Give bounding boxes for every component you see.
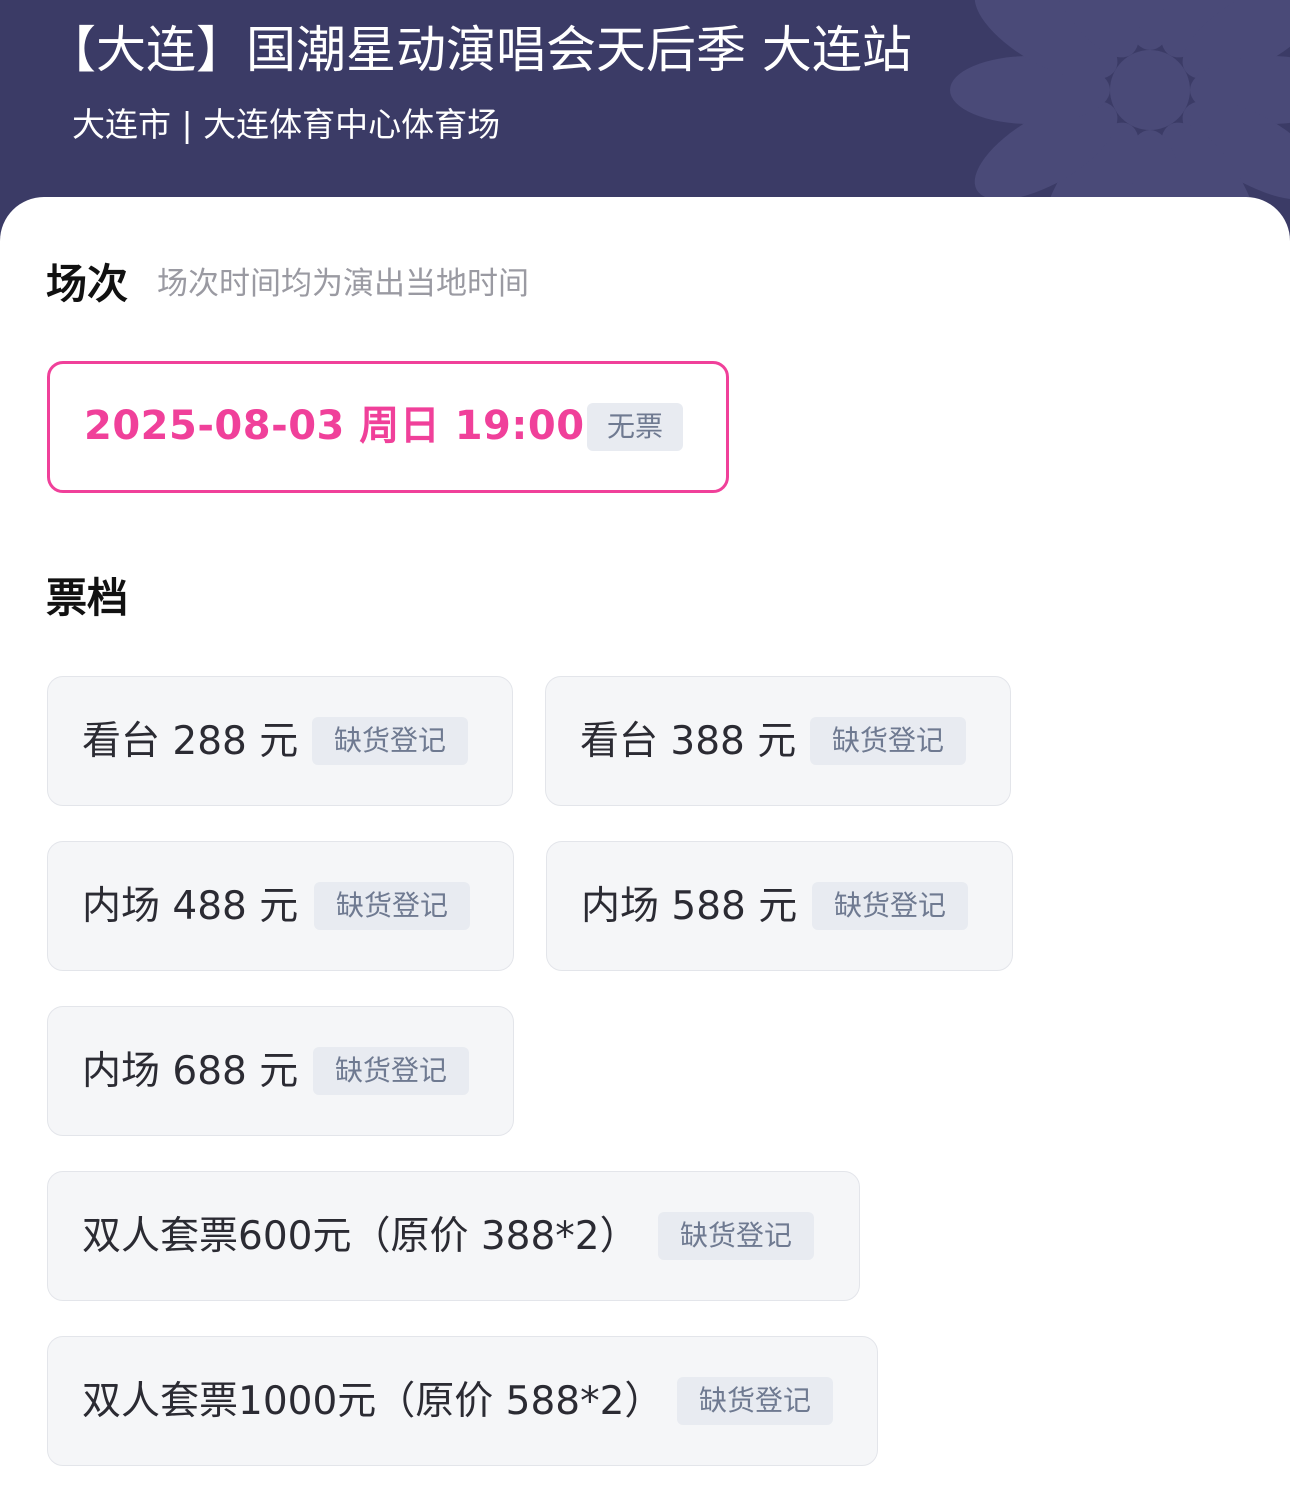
sold-out-badge: 无票 [587, 403, 683, 451]
ticket-label: 双人套票1000元（原价 588*2） [82, 1379, 664, 1424]
ticket-option-stand-288[interactable]: 看台 288 元 缺货登记 [47, 676, 513, 806]
ticket-label: 双人套票600元（原价 388*2） [82, 1214, 639, 1259]
ticket-label: 看台 288 元 [82, 719, 299, 764]
session-time-note: 场次时间均为演出当地时间 [157, 266, 529, 302]
ticket-option-floor-588[interactable]: 内场 588 元 缺货登记 [546, 841, 1013, 971]
ticket-option-floor-688[interactable]: 内场 688 元 缺货登记 [47, 1006, 514, 1136]
ticket-option-duo-600[interactable]: 双人套票600元（原价 388*2） 缺货登记 [47, 1171, 860, 1301]
session-section-title: 场次 [46, 260, 128, 308]
event-title: 【大连】国潮星动演唱会天后季 大连站 [46, 21, 912, 79]
ticket-label: 看台 388 元 [580, 719, 797, 764]
waitlist-button[interactable]: 缺货登记 [312, 717, 468, 765]
ticket-label: 内场 688 元 [82, 1049, 299, 1094]
ticket-option-duo-1000[interactable]: 双人套票1000元（原价 588*2） 缺货登记 [47, 1336, 878, 1466]
ticket-label: 内场 488 元 [82, 884, 299, 929]
ticket-option-stand-388[interactable]: 看台 388 元 缺货登记 [545, 676, 1011, 806]
waitlist-button[interactable]: 缺货登记 [812, 882, 968, 930]
waitlist-button[interactable]: 缺货登记 [314, 882, 470, 930]
waitlist-button[interactable]: 缺货登记 [677, 1377, 833, 1425]
ticket-label: 内场 588 元 [581, 884, 798, 929]
waitlist-button[interactable]: 缺货登记 [810, 717, 966, 765]
session-option-selected[interactable]: 2025-08-03 周日 19:00 无票 [47, 361, 729, 493]
session-datetime: 2025-08-03 周日 19:00 [84, 403, 585, 449]
event-venue: 大连市 | 大连体育中心体育场 [72, 105, 501, 144]
waitlist-button[interactable]: 缺货登记 [658, 1212, 814, 1260]
waitlist-button[interactable]: 缺货登记 [313, 1047, 469, 1095]
ticket-section-title: 票档 [46, 574, 128, 622]
ticket-option-floor-488[interactable]: 内场 488 元 缺货登记 [47, 841, 514, 971]
